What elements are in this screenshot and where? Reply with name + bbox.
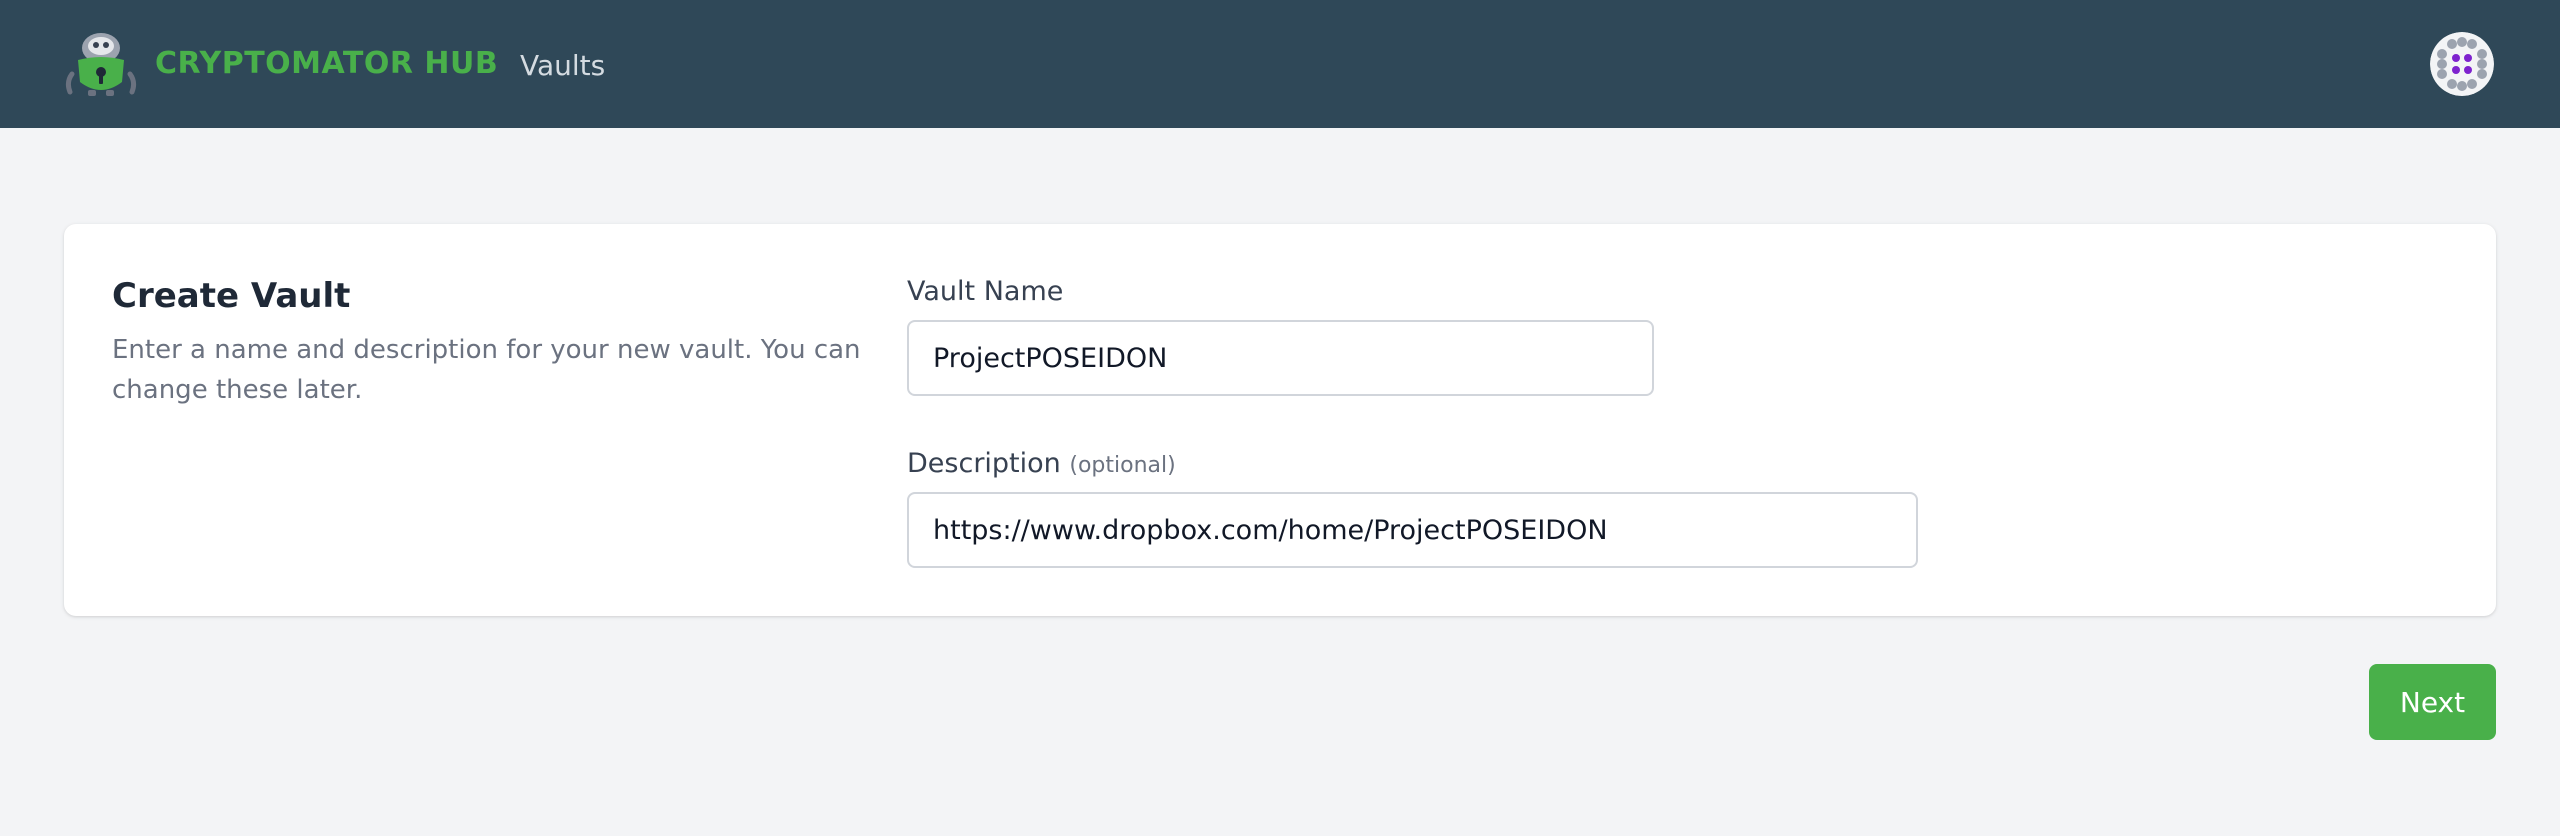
vault-name-label-text: Vault Name bbox=[907, 276, 1064, 307]
description-label: Description (optional) bbox=[907, 446, 1176, 484]
user-avatar-icon[interactable] bbox=[2430, 32, 2494, 96]
nav-item-vaults[interactable]: Vaults bbox=[520, 46, 605, 86]
top-navbar: CRYPTOMATOR HUB Vaults bbox=[0, 0, 2560, 128]
vault-name-label: Vault Name bbox=[907, 274, 1063, 310]
description-label-text: Description bbox=[907, 448, 1061, 479]
cryptomator-robot-icon[interactable] bbox=[64, 30, 138, 98]
next-button[interactable]: Next bbox=[2369, 664, 2496, 740]
vault-name-input[interactable] bbox=[907, 320, 1654, 396]
page-title: Create Vault bbox=[112, 276, 351, 316]
optional-hint: (optional) bbox=[1069, 453, 1176, 478]
description-input[interactable] bbox=[907, 492, 1918, 568]
brand-name[interactable]: CRYPTOMATOR HUB bbox=[155, 44, 498, 84]
form-description: Enter a name and description for your ne… bbox=[112, 335, 861, 405]
create-vault-card: Create Vault Enter a name and descriptio… bbox=[64, 224, 2496, 616]
